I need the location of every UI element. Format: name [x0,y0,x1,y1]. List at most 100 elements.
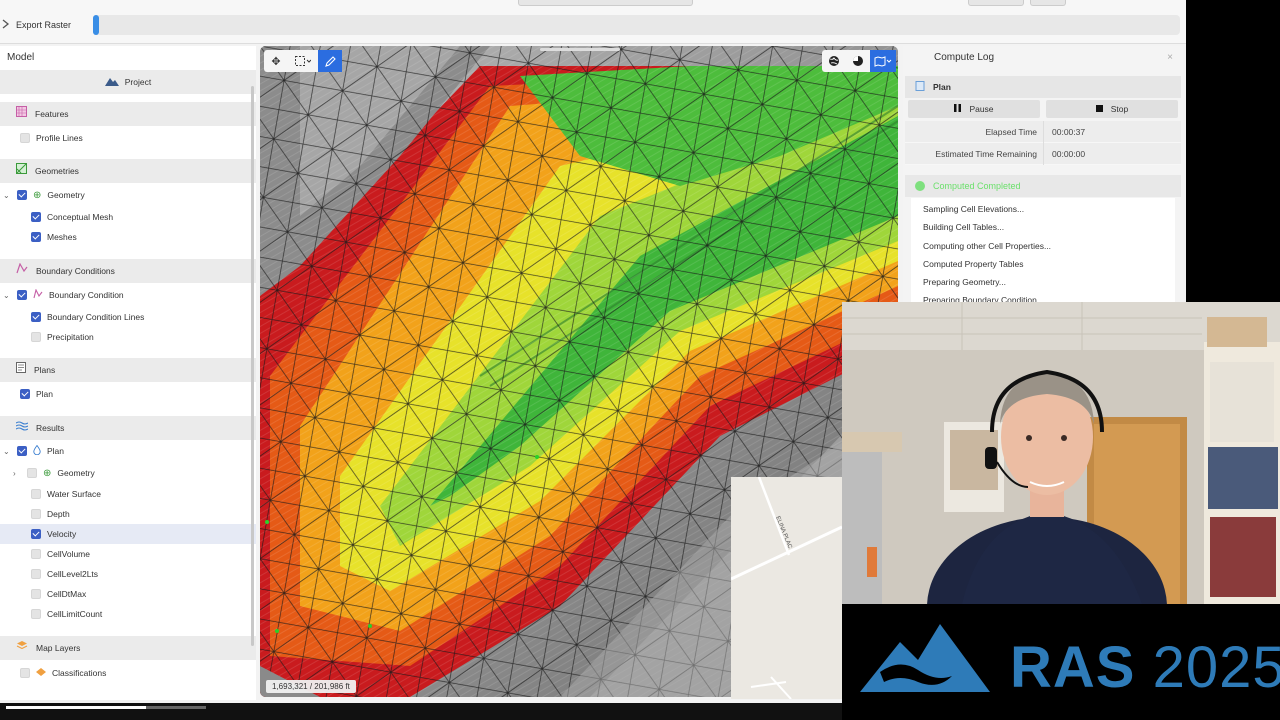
boundary-condition-checkbox[interactable] [17,290,27,300]
remaining-time-value: 00:00:00 [1043,142,1085,165]
cursor-coordinates: 1,693,321 / 201,986 ft [266,680,356,693]
geometry-checkbox[interactable] [17,190,27,200]
item-plan[interactable]: Plan [0,382,256,406]
item-depth[interactable]: Depth [0,504,256,524]
compute-plan-label: Plan [933,82,951,92]
cell-level2lts-label: CellLevel2Lts [47,569,99,579]
pause-button[interactable]: Pause [908,100,1040,118]
bc-point[interactable] [368,624,372,628]
model-panel: Model Project Features Profile Lines Geo… [0,46,256,700]
close-icon[interactable]: × [1167,46,1173,70]
pan-tool-button[interactable]: ✥ [264,50,288,72]
item-cell-level2lts[interactable]: CellLevel2Lts [0,564,256,584]
profile-lines-label: Profile Lines [36,133,83,143]
cell-dtmax-checkbox[interactable] [31,589,41,599]
pause-icon [954,104,962,114]
item-results-geometry[interactable]: › ⊕ Geometry [0,462,256,484]
toolbar-button-stub-2[interactable] [1030,0,1066,6]
bc-point[interactable] [535,455,539,459]
item-water-surface[interactable]: Water Surface [0,484,256,504]
conceptual-mesh-checkbox[interactable] [31,212,41,222]
street-map-inset: ELINA PLAC [731,477,842,699]
export-raster-button[interactable]: Export Raster [0,16,71,34]
item-meshes[interactable]: Meshes [0,227,256,247]
results-plan-checkbox[interactable] [17,446,27,456]
compute-log-panel: Compute Log × Plan Pause Stop Elapsed Ti… [903,46,1183,308]
draw-tool-button[interactable] [318,50,342,72]
item-profile-lines[interactable]: Profile Lines [0,126,256,150]
compute-log-list[interactable]: Sampling Cell Elevations... Building Cel… [911,198,1175,308]
brand-wordmark: RAS 2025 [1010,634,1280,701]
bc-point[interactable] [275,629,279,633]
results-geometry-checkbox[interactable] [27,468,37,478]
meshes-checkbox[interactable] [31,232,41,242]
map-layers-icon [16,636,28,660]
water-surface-label: Water Surface [47,489,102,499]
plan-label: Plan [36,389,54,399]
video-progress-played [6,706,146,709]
cell-limit-count-checkbox[interactable] [31,609,41,619]
globe-button[interactable] [822,50,846,72]
item-boundary-condition-lines[interactable]: Boundary Condition Lines [0,307,256,327]
project-row[interactable]: Project [0,70,256,94]
model-panel-scrollbar[interactable] [251,86,254,646]
item-precipitation[interactable]: Precipitation [0,327,256,347]
precipitation-checkbox[interactable] [31,332,41,342]
compute-log-title-text: Compute Log [934,52,995,63]
item-classifications[interactable]: Classifications [0,660,256,686]
boundary-condition-lines-label: Boundary Condition Lines [47,312,145,322]
elapsed-time-label: Elapsed Time [985,126,1038,137]
section-map-layers[interactable]: Map Layers [0,636,256,660]
stop-icon [1095,104,1103,114]
classifications-label: Classifications [52,668,107,678]
profile-lines-checkbox[interactable] [20,133,30,143]
log-entry: Computed Property Tables [923,258,1024,269]
section-boundary-conditions[interactable]: Boundary Conditions [0,259,256,283]
chevron-right-icon[interactable]: › [13,469,21,478]
log-entry: Sampling Cell Elevations... [923,204,1025,214]
pencil-icon [324,55,336,67]
globe-icon [828,55,840,67]
velocity-checkbox[interactable] [31,529,41,539]
water-surface-checkbox[interactable] [31,489,41,499]
item-boundary-condition[interactable]: ⌄ Boundary Condition [0,283,256,307]
chevron-down-icon[interactable]: ⌄ [3,447,11,456]
map-drag-handle[interactable] [540,48,620,51]
item-geometry[interactable]: ⌄ ⊕ Geometry [0,183,256,207]
toolbar-button-stub[interactable] [968,0,1024,6]
boundary-condition-label: Boundary Condition [49,290,124,300]
section-features[interactable]: Features [0,102,256,126]
basemap-button[interactable] [870,50,896,72]
item-results-plan[interactable]: ⌄ Plan [0,440,256,462]
search-box-stub[interactable] [518,0,693,6]
item-conceptual-mesh[interactable]: Conceptual Mesh [0,207,256,227]
classifications-checkbox[interactable] [20,668,30,678]
section-geometries[interactable]: Geometries [0,159,256,183]
cell-volume-label: CellVolume [47,549,90,559]
cell-volume-checkbox[interactable] [31,549,41,559]
compute-status-row[interactable]: Computed Completed [905,175,1181,197]
select-tool-button[interactable] [288,50,318,72]
cell-dtmax-label: CellDtMax [47,589,87,599]
boundary-condition-lines-checkbox[interactable] [31,312,41,322]
section-results[interactable]: Results [0,416,256,440]
video-progress-bar[interactable] [0,703,842,720]
section-plans[interactable]: Plans [0,358,256,382]
item-cell-volume[interactable]: CellVolume [0,544,256,564]
bc-point[interactable] [265,520,269,524]
item-cell-limit-count[interactable]: CellLimitCount [0,604,256,624]
compute-log-title: Compute Log × [903,46,1183,70]
plan-checkbox[interactable] [20,389,30,399]
terrain-icon [852,55,864,67]
terrain-button[interactable] [846,50,870,72]
log-entry: Preparing Geometry... [923,277,1006,288]
item-cell-dtmax[interactable]: CellDtMax [0,584,256,604]
item-velocity[interactable]: Velocity [0,524,256,544]
stop-button[interactable]: Stop [1046,100,1178,118]
status-indicator-icon [915,181,925,191]
chevron-down-icon[interactable]: ⌄ [3,291,11,300]
brand-year: 2025 [1152,635,1280,700]
chevron-down-icon[interactable]: ⌄ [3,191,11,200]
cell-level2lts-checkbox[interactable] [31,569,41,579]
depth-checkbox[interactable] [31,509,41,519]
